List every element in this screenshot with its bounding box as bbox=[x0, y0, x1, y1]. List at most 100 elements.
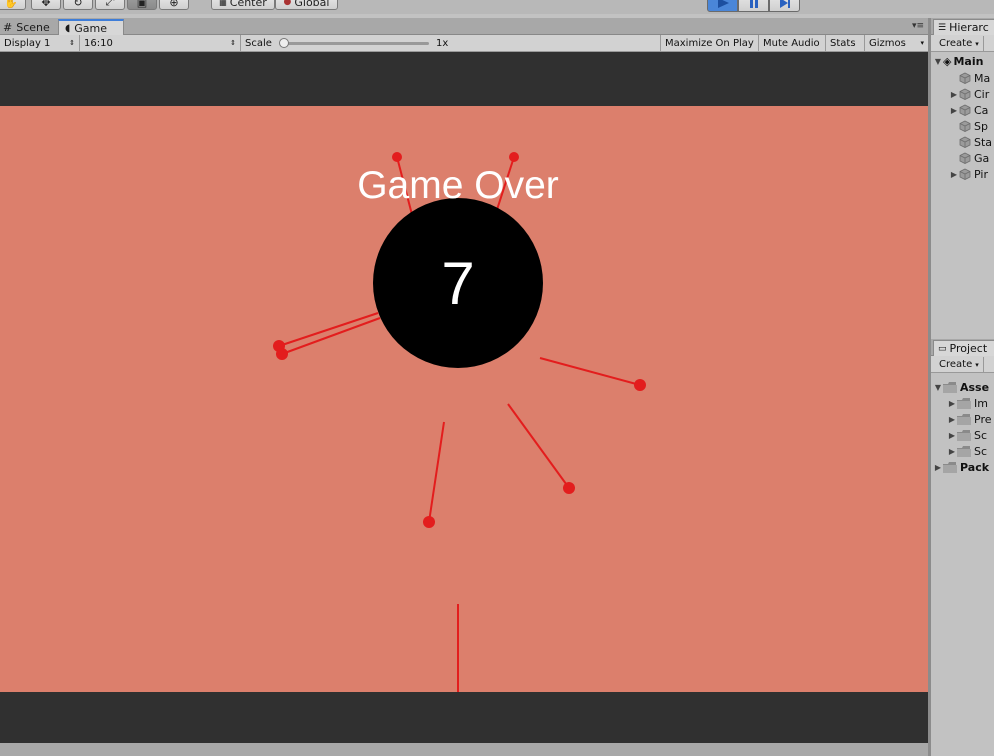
expand-right-icon[interactable]: ▶ bbox=[947, 431, 957, 440]
hierarchy-item[interactable]: ▶ Cir bbox=[949, 86, 989, 102]
hand-tool-button[interactable]: ✋ bbox=[0, 0, 26, 10]
pin-head bbox=[634, 379, 646, 391]
step-icon bbox=[779, 0, 790, 8]
status-bar bbox=[0, 743, 928, 756]
space-toggle[interactable]: ● Global bbox=[275, 0, 338, 10]
asset-folder-label: Im bbox=[974, 396, 988, 410]
hierarchy-item[interactable]: Sp bbox=[949, 118, 988, 134]
pin-head bbox=[509, 152, 519, 162]
hierarchy-item-label: Sp bbox=[974, 119, 988, 133]
hierarchy-item[interactable]: ▶ Ca bbox=[949, 102, 989, 118]
pause-icon bbox=[749, 0, 758, 8]
folder-icon bbox=[957, 429, 971, 441]
expand-right-icon[interactable]: ▶ bbox=[949, 170, 959, 179]
pin-head bbox=[423, 516, 435, 528]
mute-audio-toggle[interactable]: Mute Audio bbox=[759, 35, 826, 51]
gameobject-cube-icon bbox=[959, 120, 971, 132]
scene-grid-icon: # bbox=[3, 20, 13, 34]
project-panel: ▭ Project Create ▾ ▼ Asse ▶ Im ▶ Pre ▶ Sc ▶ Sc … bbox=[931, 339, 994, 756]
expand-right-icon[interactable]: ▶ bbox=[949, 106, 959, 115]
packages-label: Pack bbox=[960, 460, 990, 474]
asset-folder-row[interactable]: ▶ Sc bbox=[947, 427, 987, 443]
scene-root-row[interactable]: ▼ ◈ Main bbox=[933, 53, 984, 69]
hierarchy-item[interactable]: Ma bbox=[949, 70, 990, 86]
tab-game[interactable]: ◖ Game bbox=[58, 19, 124, 35]
play-icon bbox=[717, 0, 729, 8]
expand-right-icon[interactable]: ▶ bbox=[947, 415, 957, 424]
gameobject-cube-icon bbox=[959, 72, 971, 84]
tab-menu-icon[interactable]: ▾≡ bbox=[912, 21, 924, 31]
assets-folder-row[interactable]: ▼ Asse bbox=[933, 379, 989, 395]
main-toolbar: ✋ ✥ ↻ ⤢ ▣ ⊕ ▦ Center ● Global bbox=[0, 0, 994, 14]
hand-icon: ✋ bbox=[4, 0, 18, 9]
create-label: Create bbox=[939, 38, 973, 49]
hierarchy-toolbar: Create ▾ bbox=[931, 35, 994, 52]
scale-tool-button[interactable]: ⤢ bbox=[95, 0, 125, 10]
folder-icon bbox=[957, 413, 971, 425]
game-over-text: Game Over bbox=[357, 164, 559, 207]
pin-line bbox=[278, 312, 379, 347]
maximize-label: Maximize On Play bbox=[665, 37, 754, 49]
asset-folder-row[interactable]: ▶ Pre bbox=[947, 411, 992, 427]
tab-scene-label: Scene bbox=[16, 20, 50, 34]
step-button[interactable] bbox=[769, 0, 800, 12]
gameobject-cube-icon bbox=[959, 104, 971, 116]
rotate-icon: ↻ bbox=[73, 0, 83, 9]
scale-slider[interactable] bbox=[279, 38, 429, 48]
aspect-select[interactable]: 16:10 ⇕ bbox=[80, 35, 241, 51]
stats-toggle[interactable]: Stats bbox=[826, 35, 865, 51]
display-select-value: Display 1 bbox=[4, 37, 51, 49]
expand-right-icon[interactable]: ▶ bbox=[947, 399, 957, 408]
pin-head bbox=[392, 152, 402, 162]
move-icon: ✥ bbox=[41, 0, 51, 9]
gizmos-dropdown[interactable]: Gizmos ▾ bbox=[865, 35, 928, 51]
display-select[interactable]: Display 1 ⇕ bbox=[0, 35, 80, 51]
scene-name: Main bbox=[953, 54, 984, 68]
scale-value: 1x bbox=[436, 37, 449, 49]
tab-project[interactable]: ▭ Project bbox=[933, 340, 994, 356]
unity-scene-icon: ◈ bbox=[943, 54, 952, 68]
folder-icon bbox=[957, 397, 971, 409]
hierarchy-item[interactable]: ▶ Pir bbox=[949, 166, 988, 182]
asset-folder-row[interactable]: ▶ Sc bbox=[947, 443, 987, 459]
rect-icon: ▣ bbox=[136, 0, 148, 9]
assets-label: Asse bbox=[960, 380, 990, 394]
transform-tool-button[interactable]: ⊕ bbox=[159, 0, 189, 10]
project-create-button[interactable]: Create ▾ bbox=[935, 357, 984, 372]
pin-head bbox=[276, 348, 288, 360]
view-tab-row: # Scene ◖ Game ▾≡ bbox=[0, 18, 928, 35]
hierarchy-tab-label: Hierarc bbox=[949, 21, 989, 34]
project-tab-label: Project bbox=[949, 342, 988, 355]
maximize-on-play-toggle[interactable]: Maximize On Play bbox=[661, 35, 759, 51]
hierarchy-item-label: Ma bbox=[974, 71, 991, 85]
hierarchy-item[interactable]: Sta bbox=[949, 134, 992, 150]
pivot-toggle[interactable]: ▦ Center bbox=[211, 0, 275, 10]
hierarchy-item-label: Ga bbox=[974, 151, 990, 165]
tab-hierarchy[interactable]: ☰ Hierarc bbox=[933, 19, 994, 35]
folder-icon bbox=[943, 381, 957, 393]
game-screen[interactable]: 7 Game Over bbox=[0, 106, 928, 692]
rotate-tool-button[interactable]: ↻ bbox=[63, 0, 93, 10]
asset-folder-label: Sc bbox=[974, 444, 988, 458]
game-pacman-icon: ◖ bbox=[65, 22, 71, 34]
hierarchy-create-button[interactable]: Create ▾ bbox=[935, 36, 984, 51]
packages-folder-row[interactable]: ▶ Pack bbox=[933, 459, 989, 475]
gameobject-cube-icon bbox=[959, 88, 971, 100]
move-tool-button[interactable]: ✥ bbox=[31, 0, 61, 10]
folder-icon bbox=[943, 461, 957, 473]
gameobject-cube-icon bbox=[959, 168, 971, 180]
asset-folder-row[interactable]: ▶ Im bbox=[947, 395, 988, 411]
pause-button[interactable] bbox=[738, 0, 769, 12]
hierarchy-item-label: Cir bbox=[974, 87, 990, 101]
pin-line bbox=[507, 403, 570, 489]
expand-right-icon[interactable]: ▶ bbox=[947, 447, 957, 456]
scale-slider-handle[interactable] bbox=[279, 38, 289, 48]
rect-tool-button[interactable]: ▣ bbox=[127, 0, 157, 10]
scale-icon: ⤢ bbox=[105, 0, 115, 8]
hierarchy-item[interactable]: Ga bbox=[949, 150, 989, 166]
play-button[interactable] bbox=[707, 0, 738, 12]
pin-line bbox=[428, 421, 445, 523]
tab-scene[interactable]: # Scene bbox=[0, 19, 56, 35]
expand-down-icon: ▼ bbox=[934, 56, 942, 66]
expand-right-icon[interactable]: ▶ bbox=[949, 90, 959, 99]
